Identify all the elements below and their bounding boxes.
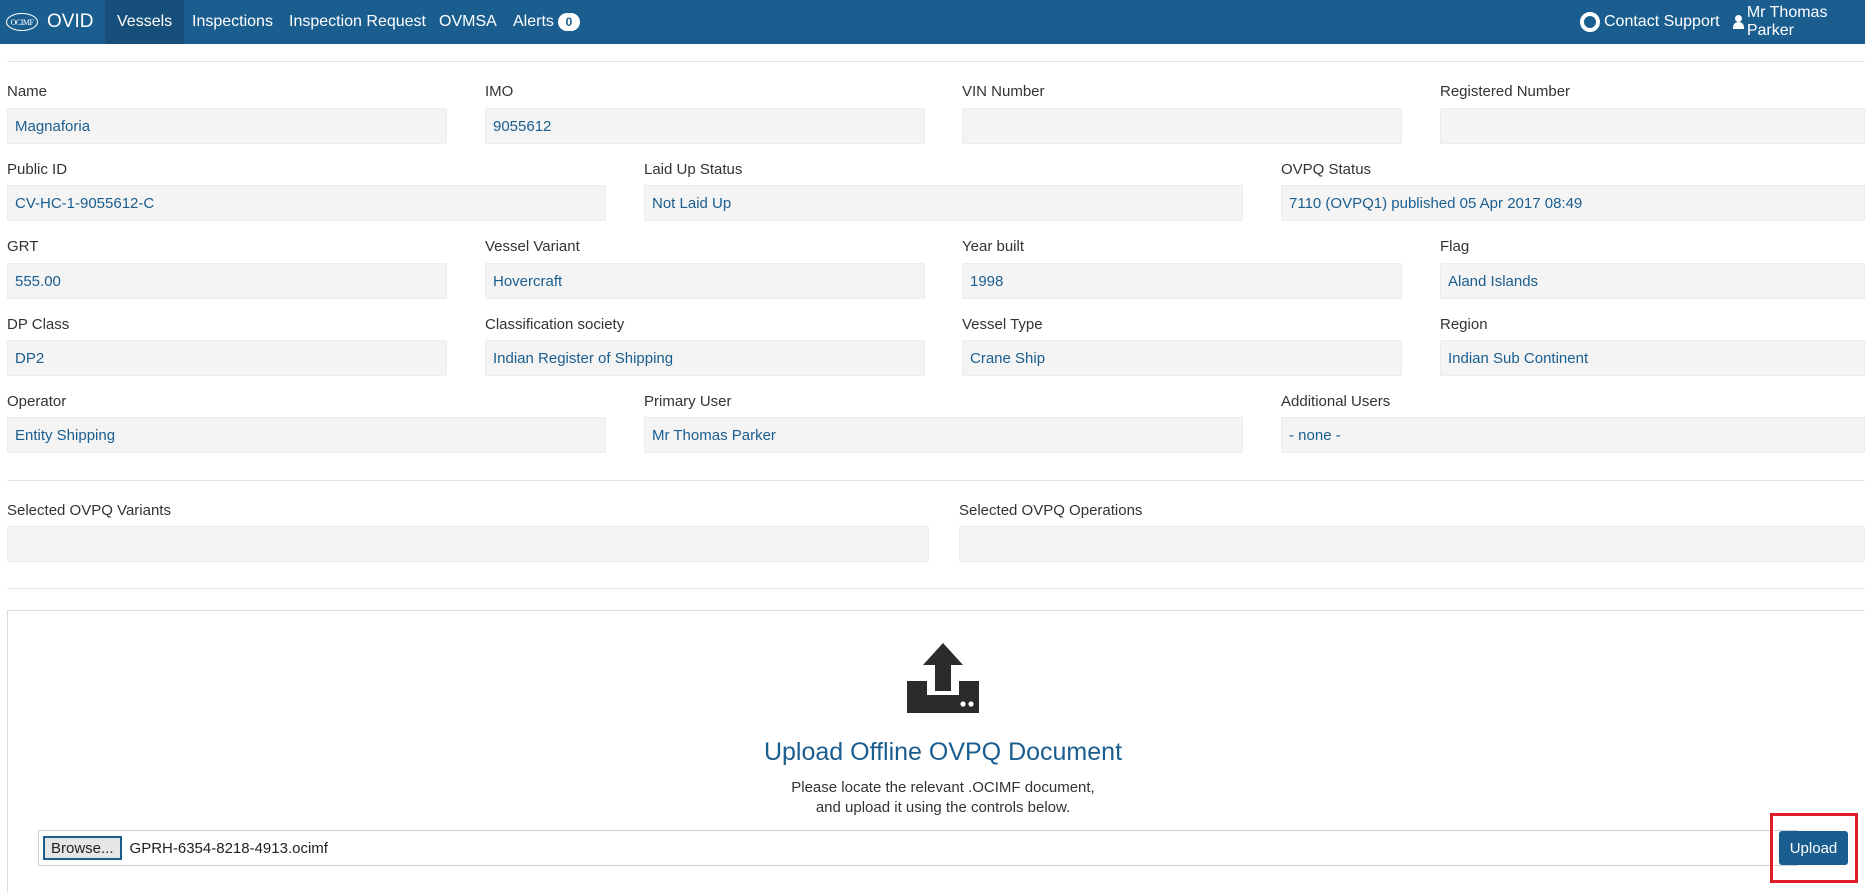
primary-user-label: Primary User [644,393,732,410]
year-built-label: Year built [962,238,1024,255]
file-input[interactable]: Browse... GPRH-6354-8218-4913.ocimf [38,830,1798,866]
selected-operations-field [959,526,1865,562]
additional-users-field: - none - [1281,417,1865,453]
region-label: Region [1440,316,1488,333]
laid-up-status-label: Laid Up Status [644,161,743,178]
upload-title: Upload Offline OVPQ Document [763,738,1123,766]
vin-label: VIN Number [962,83,1045,100]
region-field: Indian Sub Continent [1440,340,1865,376]
public-id-label: Public ID [7,161,68,178]
user-icon [1733,15,1744,29]
operator-field: Entity Shipping [7,417,606,453]
imo-label: IMO [485,83,514,100]
brand-name: OVID [47,11,94,32]
divider [7,588,1865,589]
flag-label: Flag [1440,238,1470,255]
grt-field: 555.00 [7,263,447,299]
flag-field: Aland Islands [1440,263,1865,299]
laid-up-status-field: Not Laid Up [644,185,1243,221]
primary-user-field: Mr Thomas Parker [644,417,1243,453]
selected-file-name: GPRH-6354-8218-4913.ocimf [129,839,328,857]
grt-label: GRT [7,238,39,255]
divider [7,480,1865,481]
dp-class-label: DP Class [7,316,70,333]
brand[interactable]: OCIMF OVID [0,0,93,44]
nav-inspection-request-label: Inspection Request [289,13,426,30]
vessel-type-field: Crane Ship [962,340,1402,376]
contact-support-label: Contact Support [1604,13,1720,30]
nav-inspections-label: Inspections [192,13,273,30]
user-menu[interactable]: Mr Thomas Parker [1733,0,1865,44]
classification-society-field: Indian Register of Shipping [485,340,925,376]
browse-button[interactable]: Browse... [43,836,122,860]
vessel-variant-label: Vessel Variant [485,238,580,255]
nav-ovmsa-label: OVMSA [439,13,497,30]
contact-support-link[interactable]: Contact Support [1580,0,1720,44]
name-field: Magnaforia [7,108,447,144]
name-label: Name [7,83,48,100]
upload-description-line-1: Please locate the relevant .OCIMF docume… [791,779,1095,796]
nav-alerts-label: Alerts [513,13,554,30]
additional-users-label: Additional Users [1281,393,1391,410]
upload-button[interactable]: Upload [1779,831,1848,865]
selected-variants-label: Selected OVPQ Variants [7,502,171,519]
nav-inspections[interactable]: Inspections [180,0,285,44]
year-built-field: 1998 [962,263,1402,299]
ovpq-status-label: OVPQ Status [1281,161,1372,178]
selected-variants-field [7,526,929,562]
nav-ovmsa[interactable]: OVMSA [427,0,509,44]
nav-vessels[interactable]: Vessels [105,0,185,44]
vessel-variant-field: Hovercraft [485,263,925,299]
upload-description: Please locate the relevant .OCIMF docume… [0,778,1865,818]
alerts-count-badge: 0 [557,13,580,31]
divider [7,61,1865,62]
classification-society-label: Classification society [485,316,625,333]
upload-icon [907,643,979,713]
vessel-type-label: Vessel Type [962,316,1043,333]
nav-inspection-request[interactable]: Inspection Request [277,0,438,44]
dp-class-field: DP2 [7,340,447,376]
nav-vessels-label: Vessels [117,13,173,30]
upload-description-line-2: and upload it using the controls below. [815,799,1071,816]
ocimf-logo-icon: OCIMF [6,13,38,31]
top-navbar: OCIMF OVID Vessels Inspections Inspectio… [0,0,1865,44]
nav-alerts[interactable]: Alerts 0 [501,0,592,44]
ovpq-status-field: 7110 (OVPQ1) published 05 Apr 2017 08:49 [1281,185,1865,221]
lifebuoy-icon [1580,12,1600,32]
vin-field [962,108,1402,144]
registered-number-field [1440,108,1865,144]
operator-label: Operator [7,393,67,410]
imo-field: 9055612 [485,108,925,144]
registered-number-label: Registered Number [1440,83,1571,100]
public-id-field: CV-HC-1-9055612-C [7,185,606,221]
user-name: Mr Thomas Parker [1746,4,1828,39]
selected-operations-label: Selected OVPQ Operations [959,502,1143,519]
